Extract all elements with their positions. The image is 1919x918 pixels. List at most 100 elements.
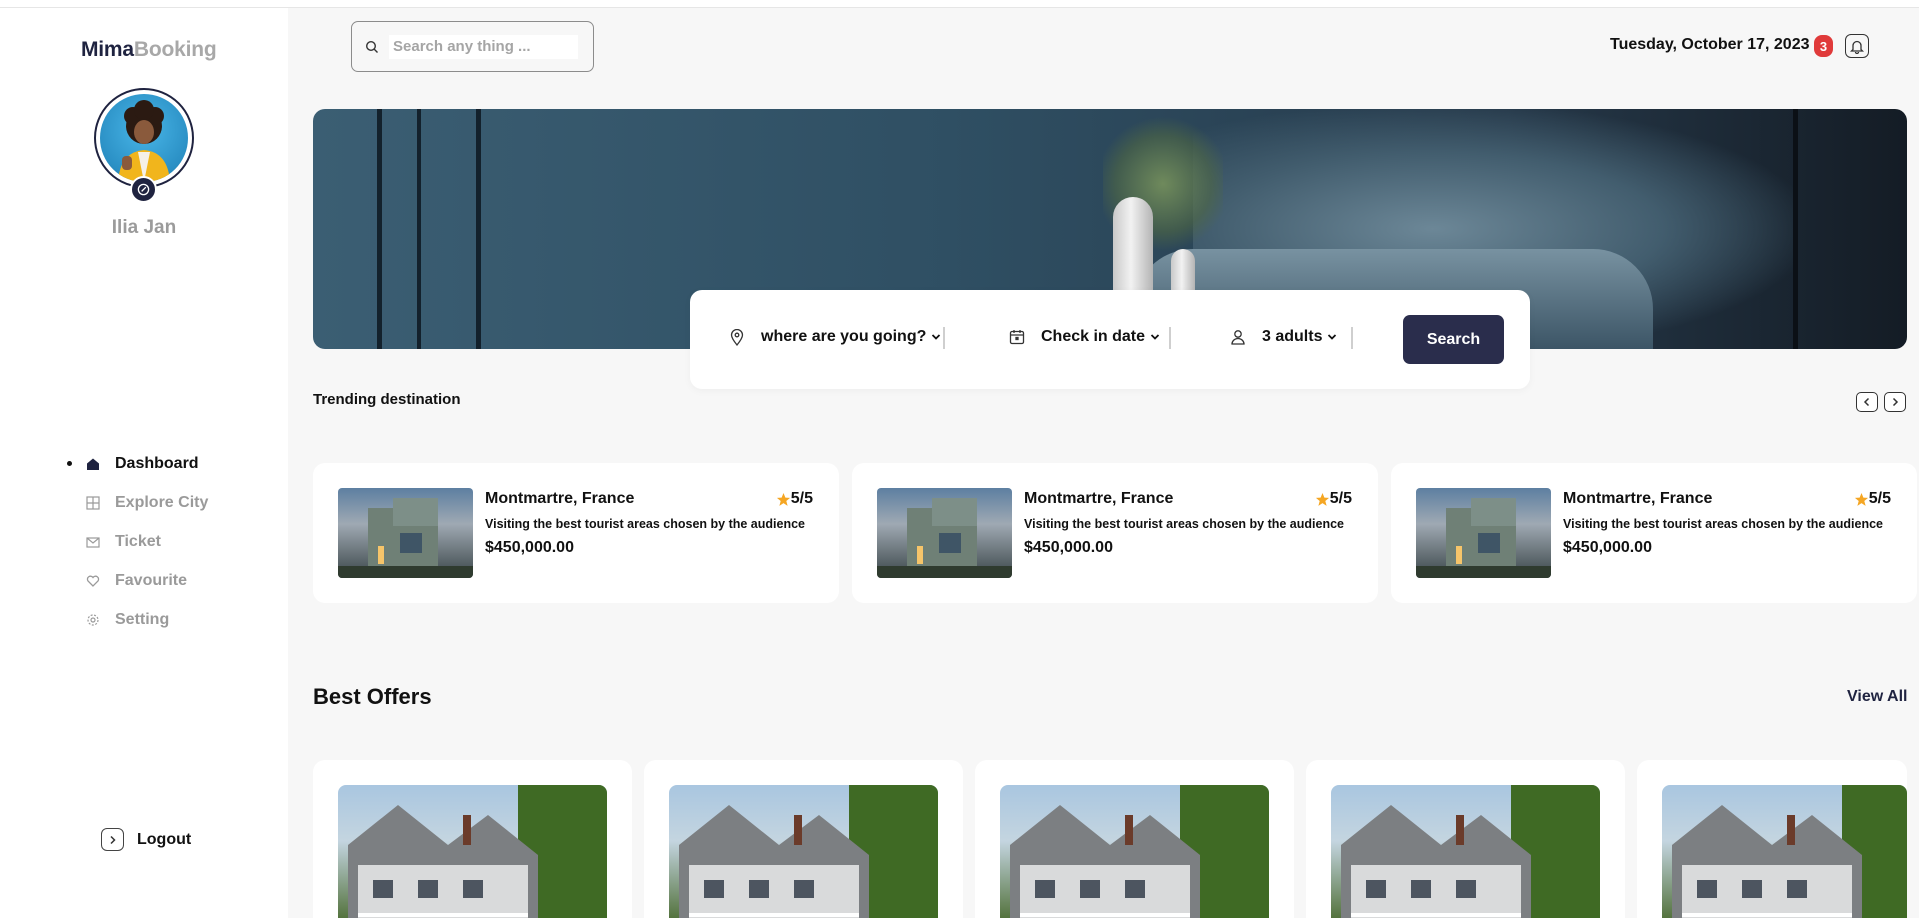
destination-select[interactable]: where are you going? [727,327,941,347]
sidebar-nav: Dashboard Explore City Ticket Favourite [67,444,208,639]
notification-count-badge: 3 [1814,35,1833,57]
sidebar-item-label: Favourite [115,571,188,589]
offer-house-image [1000,785,1269,918]
edit-icon [137,183,150,196]
search-button[interactable]: Search [1403,315,1504,364]
active-dot [67,461,72,466]
card-price: $450,000.00 [485,539,574,556]
offer-card[interactable] [644,760,963,918]
avatar[interactable] [94,88,194,188]
rating-value: 5/5 [790,490,813,507]
brand-part-2: Booking [133,38,217,61]
brand-logo[interactable]: MimaBooking [81,38,217,62]
offer-house-image [669,785,938,918]
offer-card[interactable] [1306,760,1625,918]
trending-next-button[interactable] [1884,392,1906,412]
card-description: Visiting the best tourist areas chosen b… [1024,517,1344,531]
avatar-image [100,94,188,182]
card-title: Montmartre, France [485,490,635,507]
top-border [0,0,1919,8]
logout-button[interactable]: Logout [101,828,191,851]
chevron-down-icon [931,333,941,341]
house-thumbnail [1416,488,1551,578]
nav-dot [67,617,72,622]
trending-card[interactable]: Montmartre, France 5/5 Visiting the best… [852,463,1378,603]
trending-card[interactable]: Montmartre, France 5/5 Visiting the best… [313,463,839,603]
sidebar-item-label: Setting [115,610,170,628]
field-divider [943,327,945,349]
chevron-left-icon [1863,397,1870,407]
chevron-right-icon [1892,397,1899,407]
star-icon [1315,492,1329,506]
card-title: Montmartre, France [1024,490,1174,507]
offer-card[interactable] [313,760,632,918]
card-rating: 5/5 [1854,490,1891,508]
rating-value: 5/5 [1329,490,1352,507]
heart-icon [85,573,101,589]
sidebar-item-label: Dashboard [115,454,199,472]
sidebar: MimaBooking Ilia Jan Dashboard Explore C… [0,8,288,918]
trending-card[interactable]: Montmartre, France 5/5 Visiting the best… [1391,463,1917,603]
wall-panel-line [1793,109,1798,349]
house-thumbnail [877,488,1012,578]
destination-label: where are you going? [761,328,927,345]
search-icon [365,40,378,53]
notifications-button[interactable] [1845,34,1869,58]
field-divider [1351,327,1353,349]
chevron-right-icon [101,828,124,851]
user-name: Ilia Jan [111,217,177,238]
rating-value: 5/5 [1868,490,1891,507]
sidebar-item-setting[interactable]: Setting [67,600,208,639]
sidebar-item-explore-city[interactable]: Explore City [67,483,208,522]
guests-select[interactable]: 3 adults [1228,327,1337,347]
mail-icon [85,534,101,550]
trending-prev-button[interactable] [1856,392,1878,412]
wall-panel-line [377,109,382,349]
location-pin-icon [727,327,747,347]
card-rating: 5/5 [776,490,813,508]
current-date: Tuesday, October 17, 2023 [1610,36,1810,53]
nav-dot [67,539,72,544]
edit-avatar-button[interactable] [130,176,157,203]
offer-card[interactable] [975,760,1294,918]
offer-card[interactable] [1637,760,1907,918]
star-icon [776,492,790,506]
brand-part-1: Mima [81,38,134,61]
nav-dot [67,578,72,583]
gear-icon [85,612,101,628]
sidebar-item-favourite[interactable]: Favourite [67,561,208,600]
trending-title: Trending destination [313,391,461,408]
calendar-icon [1007,327,1027,347]
guests-label: 3 adults [1262,328,1323,345]
view-all-link[interactable]: View All [1847,688,1907,706]
user-icon [1228,327,1248,347]
nav-dot [67,500,72,505]
wall-panel-line [476,109,481,349]
search-box[interactable] [351,21,594,72]
house-thumbnail [338,488,473,578]
offer-house-image [1331,785,1600,918]
card-rating: 5/5 [1315,490,1352,508]
field-divider [1169,327,1171,349]
star-icon [1854,492,1868,506]
chevron-down-icon [1150,333,1160,341]
checkin-label: Check in date [1041,328,1146,345]
offer-house-image [1662,785,1907,918]
person-illustration-icon [118,100,170,182]
card-price: $450,000.00 [1024,539,1113,556]
sidebar-item-label: Explore City [115,493,209,511]
sidebar-item-ticket[interactable]: Ticket [67,522,208,561]
wall-panel-line [417,109,421,349]
sidebar-item-dashboard[interactable]: Dashboard [67,444,208,483]
chevron-down-icon [1327,333,1337,341]
card-title: Montmartre, France [1563,490,1713,507]
checkin-select[interactable]: Check in date [1007,327,1160,347]
search-input[interactable] [389,34,578,59]
booking-bar: where are you going? Check in date 3 adu… [690,290,1530,389]
best-offers-title: Best Offers [313,684,432,709]
card-description: Visiting the best tourist areas chosen b… [1563,517,1883,531]
bell-icon [1850,40,1864,54]
card-price: $450,000.00 [1563,539,1652,556]
home-icon [85,456,101,472]
offer-house-image [338,785,607,918]
